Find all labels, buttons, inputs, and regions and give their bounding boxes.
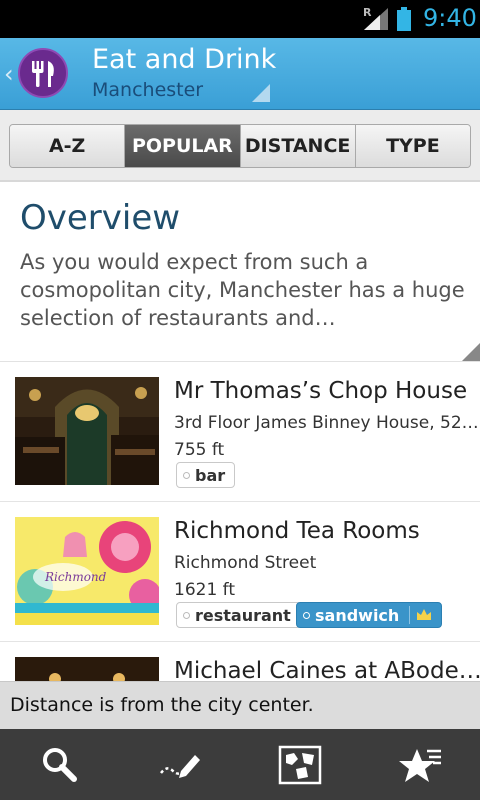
favorites-icon: [399, 748, 441, 782]
venue-name: Richmond Tea Rooms: [174, 518, 420, 544]
venue-distance: 755 ft: [174, 440, 225, 460]
tag-sandwich[interactable]: sandwich: [296, 602, 443, 628]
status-bar: R 9:40: [0, 0, 480, 38]
tab-popular[interactable]: POPULAR: [125, 125, 241, 167]
tag-bar[interactable]: bar: [176, 462, 236, 488]
clock: 9:40: [423, 4, 477, 32]
dropdown-corner-icon[interactable]: [252, 84, 270, 102]
venue-address: 3rd Floor James Binney House, 52…: [174, 413, 479, 433]
venue-photo: [15, 377, 159, 485]
notes-button[interactable]: [120, 729, 240, 800]
city-selector[interactable]: Manchester: [92, 79, 203, 101]
list-item[interactable]: Richmond Richmond Tea Rooms Richmond Str…: [0, 502, 480, 642]
venue-photo: Richmond: [15, 517, 159, 625]
svg-text:Richmond: Richmond: [44, 570, 107, 584]
screen-title: Eat and Drink: [92, 44, 277, 75]
map-icon: [278, 745, 322, 784]
edit-icon: [160, 754, 200, 778]
toast-message: Distance is from the city center.: [0, 681, 480, 729]
overview-title: Overview: [20, 198, 181, 238]
map-button[interactable]: [240, 729, 360, 800]
fork-knife-icon[interactable]: [18, 48, 68, 98]
roaming-indicator: R: [363, 6, 372, 19]
venue-address: Richmond Street: [174, 553, 317, 573]
back-chevron-icon[interactable]: ‹: [4, 60, 14, 88]
tab-a-z[interactable]: A-Z: [10, 125, 126, 167]
tag-restaurant[interactable]: restaurant: [176, 602, 301, 628]
search-button[interactable]: [0, 729, 120, 800]
action-bar: ‹ Eat and Drink Manchester: [0, 38, 480, 110]
tab-area: A-Z POPULAR DISTANCE TYPE: [0, 110, 480, 182]
search-icon: [43, 747, 77, 782]
venue-distance: 1621 ft: [174, 580, 236, 600]
tab-type[interactable]: TYPE: [355, 125, 470, 167]
overview-section[interactable]: Overview As you would expect from such a…: [0, 184, 480, 362]
bottom-navigation: [0, 729, 480, 800]
overview-text: As you would expect from such a cosmopol…: [20, 250, 465, 330]
favorites-button[interactable]: [360, 729, 480, 800]
crown-icon: [417, 609, 432, 620]
venue-name: Mr Thomas’s Chop House: [174, 378, 468, 404]
battery-icon: [397, 7, 411, 31]
expand-corner-icon[interactable]: [462, 343, 480, 361]
sort-tabs: A-Z POPULAR DISTANCE TYPE: [9, 124, 471, 168]
list-item[interactable]: Mr Thomas’s Chop House 3rd Floor James B…: [0, 362, 480, 502]
tab-distance[interactable]: DISTANCE: [240, 125, 356, 167]
